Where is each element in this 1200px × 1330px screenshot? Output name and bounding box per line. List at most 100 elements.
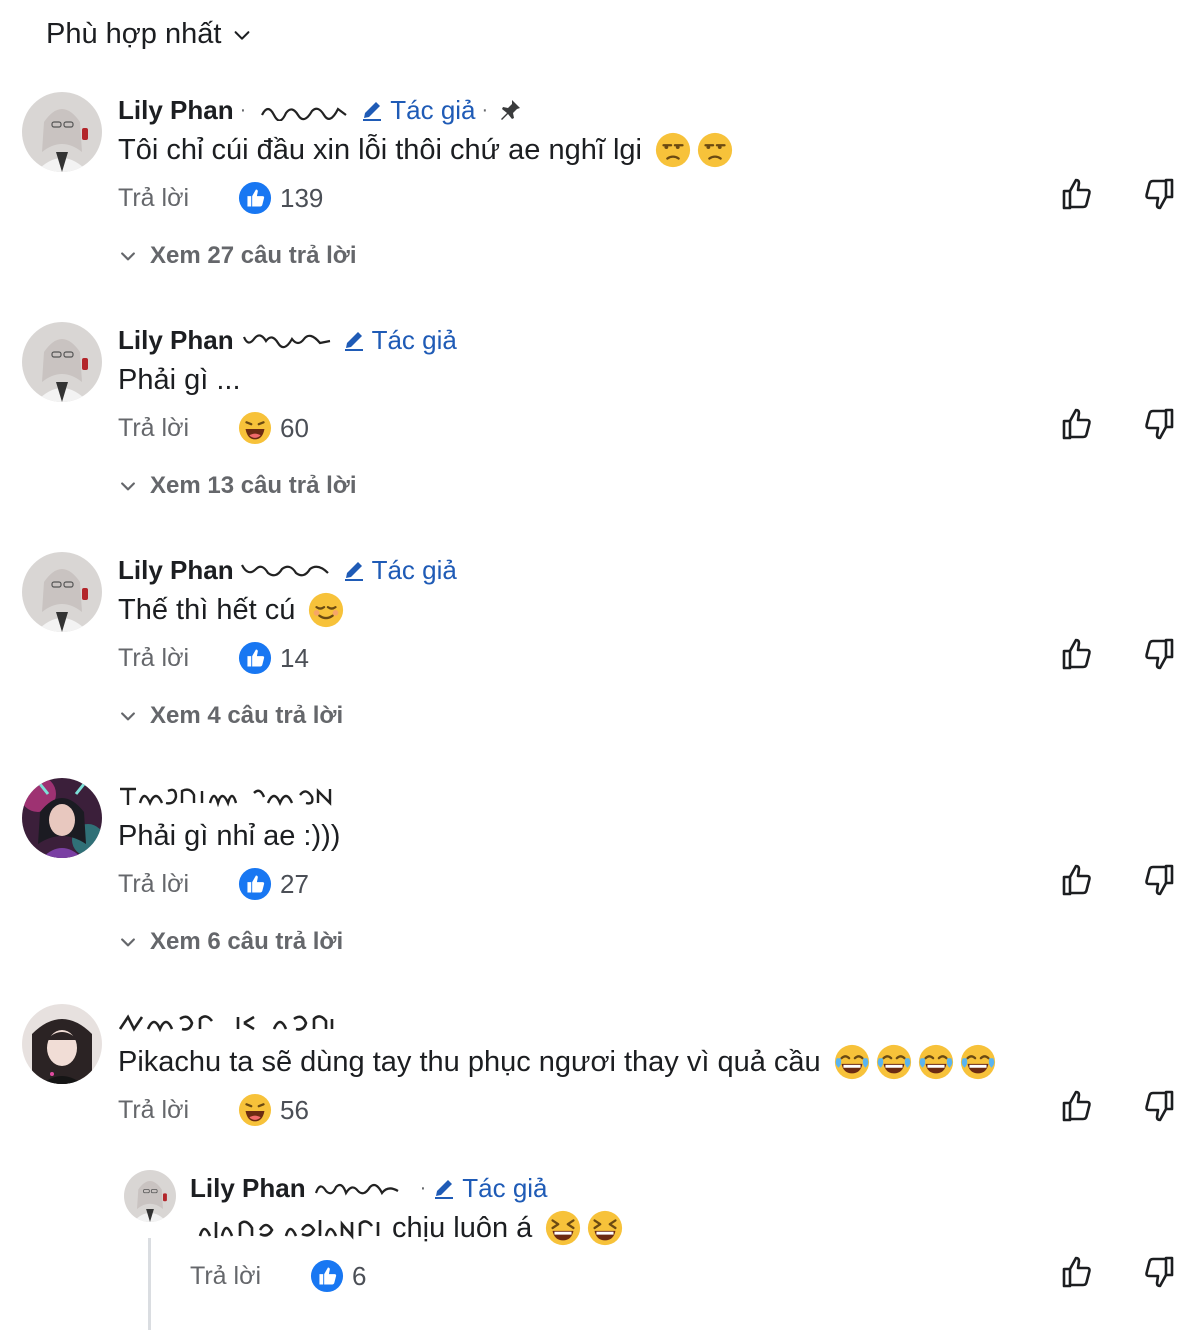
comment-actions: Trả lời 139 <box>118 178 323 218</box>
comment-text: Phải gì ... <box>118 364 241 396</box>
redacted-author-name[interactable] <box>118 1011 340 1033</box>
comment-header: Lily Phan Tác giả <box>118 322 457 358</box>
chevron-down-icon <box>121 482 135 491</box>
downvote-button[interactable] <box>1138 860 1178 900</box>
comment-text: Phải gì nhỉ ae :))) <box>118 820 341 852</box>
reaction-summary[interactable]: 60 <box>238 411 309 445</box>
thumbs-down-icon <box>1145 1256 1174 1288</box>
reaction-count: 6 <box>352 1260 367 1291</box>
tears-of-joy-face-icon <box>833 1043 871 1081</box>
avatar[interactable] <box>22 552 102 632</box>
author-badge: Tác giả <box>360 94 476 126</box>
thumbs-up-icon <box>1062 178 1091 210</box>
downvote-button[interactable] <box>1138 174 1178 214</box>
view-replies-button[interactable]: Xem 27 câu trả lời <box>118 242 357 270</box>
view-replies-button[interactable]: Xem 13 câu trả lời <box>118 472 357 500</box>
pin-icon <box>501 100 521 120</box>
author-badge-label: Tác giả <box>462 1172 548 1203</box>
thumbs-up-icon <box>1062 864 1091 896</box>
chevron-down-icon <box>121 252 135 261</box>
author-badge: Tác giả <box>342 555 457 586</box>
thumbs-down-icon <box>1145 1090 1174 1122</box>
redaction-scribble <box>240 559 332 581</box>
unamused-face-icon <box>696 131 734 169</box>
author-name[interactable]: Lily Phan <box>118 95 234 126</box>
comment-text: Tôi chỉ cúi đầu xin lỗi thôi chứ ae nghĩ… <box>118 130 734 170</box>
avatar[interactable] <box>124 1170 176 1222</box>
redacted-author-name[interactable] <box>118 785 340 807</box>
view-replies-button[interactable]: Xem 6 câu trả lời <box>118 928 343 956</box>
downvote-button[interactable] <box>1138 1252 1178 1292</box>
author-badge-label: Tác giả <box>390 94 476 125</box>
upvote-button[interactable] <box>1058 860 1098 900</box>
view-replies-button[interactable]: Xem 4 câu trả lời <box>118 702 343 730</box>
thumbs-down-icon <box>1145 178 1174 210</box>
chevron-down-icon <box>235 30 250 40</box>
comment-actions: Trả lời 56 <box>118 1090 309 1130</box>
sort-label: Phù hợp nhất <box>46 18 222 50</box>
downvote-button[interactable] <box>1138 1086 1178 1126</box>
reaction-summary[interactable]: 139 <box>238 181 323 215</box>
comment-header: Lily Phan · Tác giả <box>190 1170 548 1206</box>
separator-dot: · <box>419 1176 427 1199</box>
grinning-squinting-face-icon <box>586 1209 624 1247</box>
sort-dropdown[interactable]: Phù hợp nhất <box>46 18 253 51</box>
comment-text: Thế thì hết cú <box>118 590 345 630</box>
reaction-summary[interactable]: 27 <box>238 867 309 901</box>
avatar[interactable] <box>22 778 102 858</box>
author-name[interactable]: Lily Phan <box>118 325 234 356</box>
thumbs-down-icon <box>1145 408 1174 440</box>
reaction-summary[interactable]: 56 <box>238 1093 309 1127</box>
reply-button[interactable]: Trả lời <box>118 184 238 213</box>
upvote-button[interactable] <box>1058 634 1098 674</box>
avatar[interactable] <box>22 92 102 172</box>
author-badge: Tác giả <box>432 1172 548 1204</box>
separator-dot: · <box>481 98 489 121</box>
view-replies-label: Xem 13 câu trả lời <box>150 472 357 499</box>
author-badge: Tác giả <box>342 325 457 356</box>
author-name[interactable]: Lily Phan <box>190 1173 306 1204</box>
comment-text: Pikachu ta sẽ dùng tay thu phục ngươi th… <box>118 1042 997 1082</box>
upvote-button[interactable] <box>1058 404 1098 444</box>
reaction-count: 27 <box>280 868 309 899</box>
author-name[interactable]: Lily Phan <box>118 555 234 586</box>
like-icon <box>238 641 272 675</box>
chevron-down-icon <box>121 712 135 721</box>
grinning-squinting-face-icon <box>544 1209 582 1247</box>
upvote-button[interactable] <box>1058 1252 1098 1292</box>
downvote-button[interactable] <box>1138 404 1178 444</box>
thumbs-down-icon <box>1145 864 1174 896</box>
separator-dot: · <box>239 98 247 121</box>
comment-actions: Trả lời 14 <box>118 638 309 678</box>
avatar[interactable] <box>22 322 102 402</box>
redaction-scribble <box>240 329 332 351</box>
like-icon <box>310 1259 344 1293</box>
reaction-summary[interactable]: 6 <box>310 1259 366 1293</box>
tears-of-joy-face-icon <box>875 1043 913 1081</box>
reaction-count: 60 <box>280 412 309 443</box>
author-badge-label: Tác giả <box>371 554 457 585</box>
pencil-icon <box>363 102 382 121</box>
reaction-count: 139 <box>280 182 324 213</box>
avatar[interactable] <box>22 1004 102 1084</box>
upvote-button[interactable] <box>1058 1086 1098 1126</box>
downvote-button[interactable] <box>1138 634 1178 674</box>
reply-button[interactable]: Trả lời <box>190 1262 310 1291</box>
comment-header: Lily Phan · Tác giả · <box>118 92 522 128</box>
reply-button[interactable]: Trả lời <box>118 644 238 673</box>
relieved-face-icon <box>307 591 345 629</box>
thread-connector <box>148 1238 175 1330</box>
reply-button[interactable]: Trả lời <box>118 414 238 443</box>
comment-actions: Trả lời 27 <box>118 864 309 904</box>
tears-of-joy-face-icon <box>917 1043 955 1081</box>
reply-button[interactable]: Trả lời <box>118 1096 238 1125</box>
haha-icon <box>238 411 272 445</box>
thumbs-up-icon <box>1062 638 1091 670</box>
comment-header: Lily Phan Tác giả <box>118 552 457 588</box>
pencil-icon <box>435 1180 454 1199</box>
upvote-button[interactable] <box>1058 174 1098 214</box>
comment-header <box>118 1004 350 1040</box>
reply-button[interactable]: Trả lời <box>118 870 238 899</box>
thumbs-up-icon <box>1062 1256 1091 1288</box>
reaction-summary[interactable]: 14 <box>238 641 309 675</box>
